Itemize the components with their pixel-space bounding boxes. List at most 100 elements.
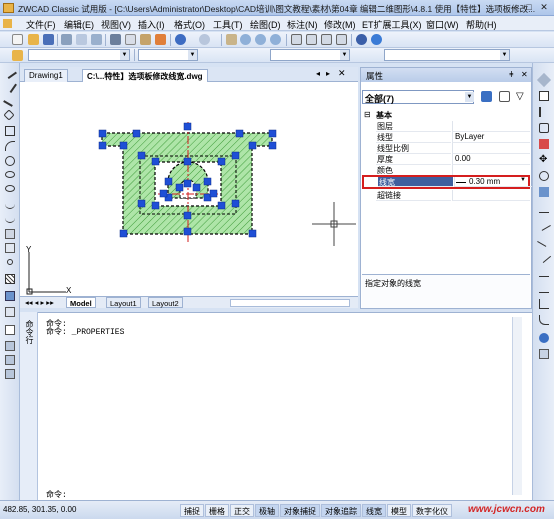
mtext-icon[interactable] [5, 325, 15, 335]
group-header-basic[interactable]: ⊟ 基本 [362, 110, 530, 121]
spline-icon[interactable] [5, 199, 15, 209]
help-icon[interactable] [371, 34, 382, 45]
polygon-icon[interactable] [3, 109, 15, 121]
menu-et-tools[interactable]: ET扩展工具(X) [362, 18, 422, 31]
trim-icon[interactable] [537, 233, 551, 247]
zoom-window-icon[interactable] [255, 34, 266, 45]
horizontal-scrollbar[interactable] [230, 299, 350, 307]
menu-draw[interactable]: 绘图(D) [250, 18, 281, 31]
explode-icon[interactable] [539, 333, 549, 343]
menu-view[interactable]: 视图(V) [101, 18, 131, 31]
menu-dimension[interactable]: 标注(N) [287, 18, 318, 31]
table-icon[interactable] [5, 307, 15, 317]
menu-format[interactable]: 格式(O) [174, 18, 205, 31]
properties-icon[interactable] [291, 34, 302, 45]
extend-icon[interactable] [536, 248, 552, 264]
prop-row-linetype-scale[interactable]: 线型比例 [362, 143, 530, 154]
design-center-icon[interactable] [306, 34, 317, 45]
tab-layout2[interactable]: Layout2 [148, 297, 183, 308]
match-properties-icon[interactable] [155, 34, 166, 45]
palette-close-icon[interactable]: ✕ [521, 70, 528, 79]
menu-window[interactable]: 窗口(W) [426, 18, 459, 31]
sheet-set-icon[interactable] [336, 34, 347, 45]
menu-tools[interactable]: 工具(T) [213, 18, 243, 31]
maximize-icon[interactable]: □ [523, 2, 535, 13]
layer-prev-icon[interactable] [5, 355, 15, 365]
tab-drawing1[interactable]: Drawing1 [24, 69, 68, 82]
rectangle-icon[interactable] [5, 126, 15, 136]
tab-layout1[interactable]: Layout1 [106, 297, 141, 308]
chamfer-icon[interactable] [539, 299, 549, 309]
quick-select-icon[interactable] [481, 91, 492, 102]
prop-value[interactable] [452, 190, 530, 201]
point-icon[interactable] [7, 259, 13, 265]
menu-edit[interactable]: 编辑(E) [64, 18, 94, 31]
command-window[interactable] [20, 312, 532, 500]
close-icon[interactable]: ✕ [538, 2, 550, 13]
layer-icon[interactable] [5, 341, 15, 351]
erase-icon[interactable] [536, 72, 552, 88]
select-objects-icon[interactable] [499, 91, 510, 102]
otrack-toggle[interactable]: 对象追踪 [321, 504, 361, 517]
filter-icon[interactable]: ▽ [516, 91, 527, 102]
hatch-icon[interactable] [5, 274, 15, 284]
cut-icon[interactable] [110, 34, 121, 45]
move-icon[interactable]: ✥ [539, 155, 549, 165]
ortho-toggle[interactable]: 正交 [230, 504, 254, 517]
print-preview-icon[interactable] [76, 34, 87, 45]
paste-icon[interactable] [140, 34, 151, 45]
stretch-icon[interactable] [539, 203, 549, 213]
pedit-icon[interactable] [539, 349, 549, 359]
zoom-realtime-icon[interactable] [240, 34, 251, 45]
make-block-icon[interactable] [5, 243, 15, 253]
publish-icon[interactable] [91, 34, 102, 45]
prop-row-lineweight[interactable]: 线宽 0.30 mm ▼ [362, 175, 532, 189]
polyline-icon[interactable] [3, 93, 17, 107]
fillet-icon[interactable] [539, 315, 549, 325]
tool-palette-icon[interactable] [321, 34, 332, 45]
tab-scroll-left-icon[interactable]: ◂ [316, 69, 320, 78]
save-icon[interactable] [43, 34, 54, 45]
ray-icon[interactable] [3, 79, 17, 93]
layer-manager-icon[interactable] [12, 50, 23, 61]
selection-dropdown[interactable]: 全部(7) [362, 90, 474, 104]
insert-block-icon[interactable] [5, 229, 15, 239]
osnap-toggle[interactable]: 对象捕捉 [280, 504, 320, 517]
menu-help[interactable]: 帮助(H) [466, 18, 497, 31]
break-icon[interactable] [539, 267, 549, 277]
new-icon[interactable] [12, 34, 23, 45]
menu-file[interactable]: 文件(F) [26, 18, 56, 31]
copy-object-icon[interactable] [539, 91, 549, 101]
tab-model[interactable]: Model [66, 297, 96, 308]
layout-nav-icons[interactable]: ◂◂ ◂ ▸ ▸▸ [22, 297, 57, 308]
lengthen-icon[interactable] [537, 217, 551, 231]
lineweight-combo[interactable]: ▼ [384, 49, 510, 61]
collapse-icon[interactable]: ⊟ [364, 110, 371, 119]
revcloud-icon[interactable] [5, 213, 15, 223]
drawing-canvas[interactable]: Y X [20, 82, 358, 296]
print-icon[interactable] [61, 34, 72, 45]
menu-modify[interactable]: 修改(M) [324, 18, 356, 31]
prop-row-layer[interactable]: 图层 [362, 121, 530, 132]
chevron-down-icon[interactable]: ▼ [465, 92, 474, 102]
prop-value[interactable] [452, 143, 530, 154]
tab-scroll-right-icon[interactable]: ▸ [326, 69, 330, 78]
line-icon[interactable] [3, 65, 17, 79]
prop-row-thickness[interactable]: 厚度 0.00 [362, 154, 530, 165]
redo-icon[interactable] [199, 34, 210, 45]
ellipse-arc-icon[interactable] [5, 185, 15, 192]
doc-icon[interactable] [3, 19, 12, 28]
command-grip[interactable]: 命令行 [20, 312, 38, 500]
layer-states-icon[interactable] [5, 369, 15, 379]
join-icon[interactable] [539, 283, 549, 293]
undo-icon[interactable] [175, 34, 186, 45]
prop-value[interactable] [452, 121, 530, 132]
prop-row-linetype[interactable]: 线型 ByLayer [362, 132, 530, 143]
minimize-icon[interactable]: – [508, 2, 520, 13]
color-combo[interactable]: ▼ [138, 49, 198, 61]
lineweight-toggle[interactable]: 线宽 [362, 504, 386, 517]
mirror-icon[interactable] [539, 107, 549, 117]
layer-combo[interactable]: ▼ [28, 49, 130, 61]
grid-toggle[interactable]: 栅格 [205, 504, 229, 517]
ellipse-icon[interactable] [5, 171, 15, 178]
